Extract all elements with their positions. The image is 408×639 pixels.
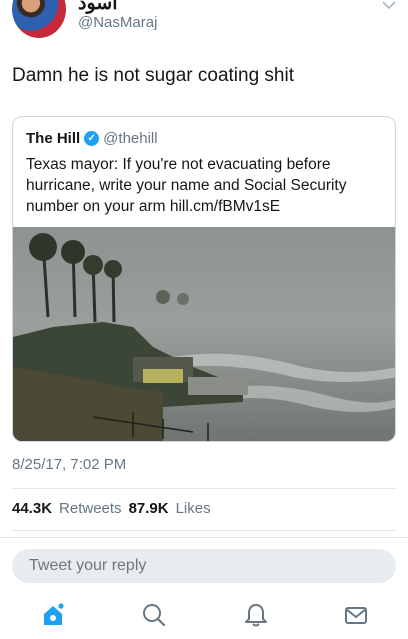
home-icon[interactable] bbox=[40, 602, 66, 628]
reply-bar bbox=[0, 537, 408, 639]
verified-icon: ✓ bbox=[84, 130, 100, 146]
retweets-label[interactable]: Retweets bbox=[59, 500, 122, 517]
quoted-header: The Hill ✓ @thehill bbox=[26, 128, 158, 148]
tweet-stats: 44.3K Retweets 87.9K Likes bbox=[12, 500, 211, 517]
author-handle[interactable]: @NasMaraj bbox=[78, 14, 157, 31]
likes-count[interactable]: 87.9K bbox=[129, 500, 169, 517]
messages-icon[interactable] bbox=[343, 602, 369, 628]
hurricane-photo[interactable] bbox=[13, 227, 396, 442]
quoted-author-handle: @thehill bbox=[103, 129, 158, 147]
quoted-text: Texas mayor: If you're not evacuating be… bbox=[26, 156, 347, 215]
quoted-tweet[interactable]: The Hill ✓ @thehill Texas mayor: If you'… bbox=[12, 116, 396, 442]
author-name[interactable]: أسود bbox=[78, 0, 117, 15]
retweets-count[interactable]: 44.3K bbox=[12, 500, 52, 517]
tweet-timestamp: 8/25/17, 7:02 PM bbox=[12, 456, 127, 473]
search-icon[interactable] bbox=[141, 602, 167, 628]
tweet-header: أسود @NasMaraj bbox=[0, 0, 408, 50]
tab-bar bbox=[0, 598, 408, 638]
chevron-down-icon[interactable] bbox=[382, 0, 396, 10]
quoted-author-name: The Hill bbox=[26, 129, 81, 147]
reply-input[interactable] bbox=[12, 549, 396, 583]
tweet-text: Damn he is not sugar coating shit bbox=[12, 65, 294, 86]
divider bbox=[12, 530, 396, 531]
notifications-icon[interactable] bbox=[243, 602, 269, 628]
likes-label[interactable]: Likes bbox=[176, 500, 211, 517]
divider bbox=[12, 488, 396, 489]
avatar[interactable] bbox=[12, 0, 66, 38]
